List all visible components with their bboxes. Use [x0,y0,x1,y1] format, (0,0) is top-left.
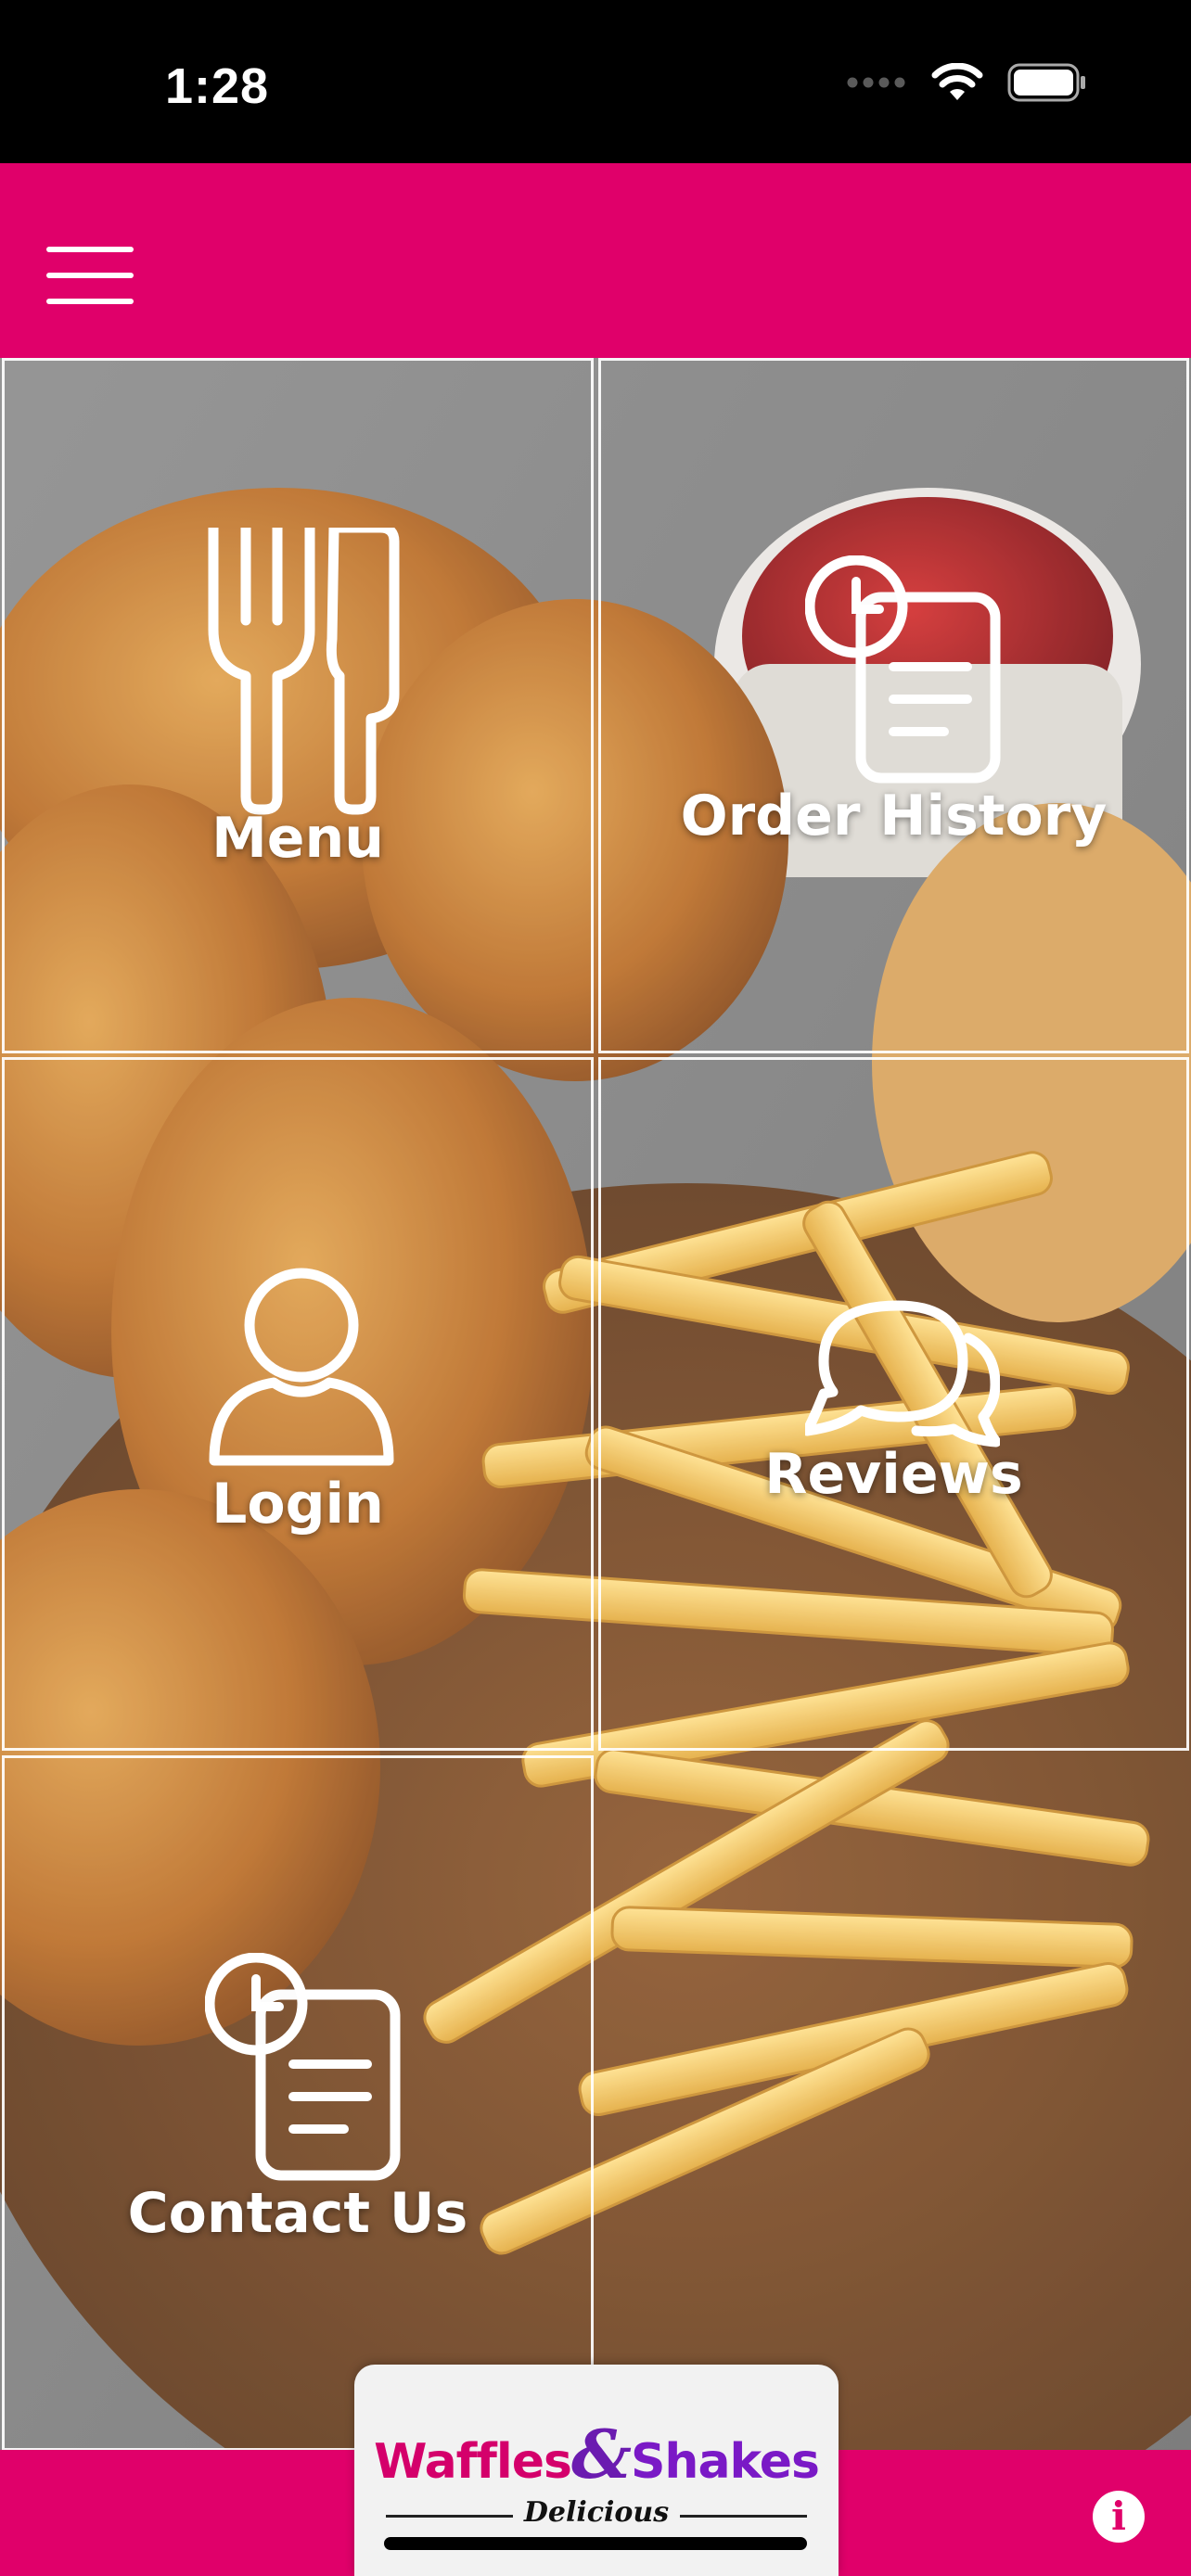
info-icon[interactable]: i [1093,2491,1145,2543]
logo-word-shakes: Shakes [630,2434,820,2490]
clock-document-icon [205,1953,401,2181]
status-icons [846,62,1087,107]
status-bar: 1:28 [0,0,1191,163]
logo-tagline-wrap: Delicious [354,2496,839,2529]
logo-wordmark: Waffles&Shakes [354,2415,839,2493]
status-time: 1:28 [165,58,270,114]
user-icon [209,1268,394,1466]
logo-word-waffles: Waffles [374,2434,572,2490]
tile-menu[interactable]: Menu [2,358,594,1053]
tile-order-history[interactable]: Order History [598,358,1189,1053]
tile-login-label: Login [211,1472,384,1537]
logo-ampersand: & [570,2415,632,2493]
chat-bubbles-icon [805,1300,1000,1447]
fork-knife-icon [208,528,400,815]
tile-reviews-label: Reviews [764,1442,1023,1507]
app-header [0,163,1191,358]
signal-icon [846,76,907,94]
home-indicator [384,2537,807,2550]
logo-tagline: Delicious [512,2496,681,2529]
battery-icon [1007,63,1087,107]
tile-login[interactable]: Login [2,1057,594,1751]
tile-contact-us[interactable]: Contact Us [2,1755,594,2451]
clock-document-icon [805,555,1001,784]
wifi-icon [931,62,983,107]
hamburger-icon[interactable] [46,243,134,308]
tile-menu-label: Menu [211,806,384,871]
tile-order-history-label: Order History [680,784,1108,848]
tile-contact-us-label: Contact Us [127,2181,468,2246]
tile-reviews[interactable]: Reviews [598,1057,1189,1751]
